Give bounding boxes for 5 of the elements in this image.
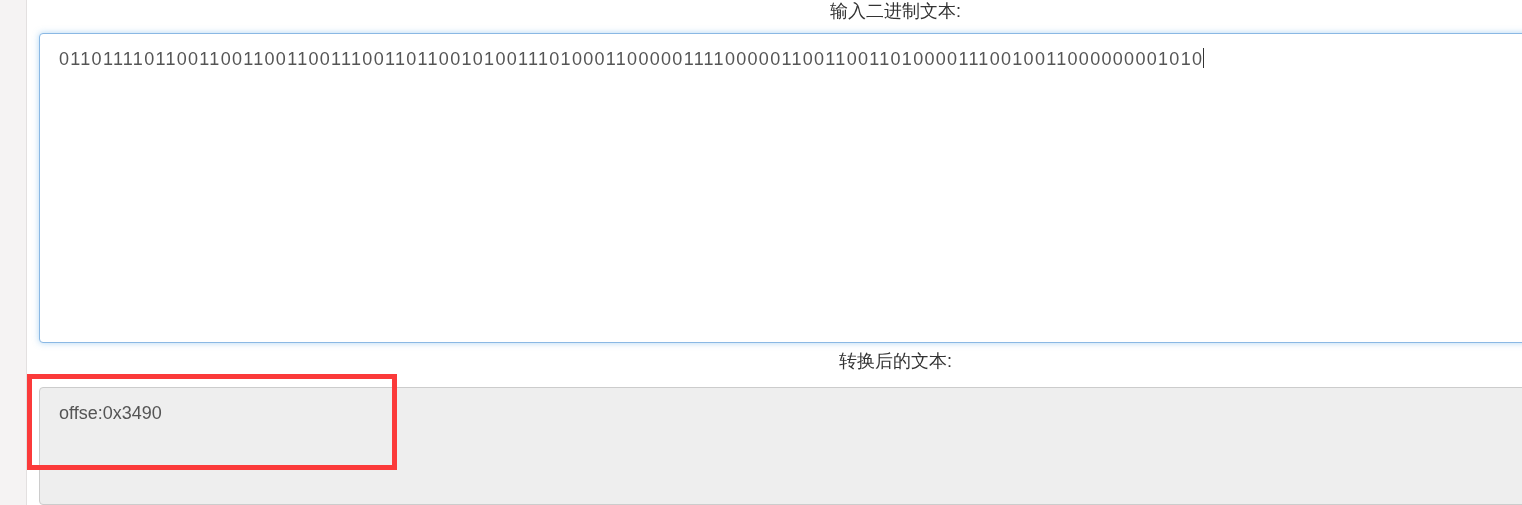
text-cursor xyxy=(1203,48,1205,68)
output-label: 转换后的文本: xyxy=(839,351,952,372)
input-label: 输入二进制文本: xyxy=(830,1,961,21)
input-field[interactable]: 01101111011001100110011001110011011001010011101000110000011110000011001100110100001110010011000000001010 xyxy=(39,33,1522,344)
output-field: offse:0x3490 xyxy=(39,387,1522,505)
